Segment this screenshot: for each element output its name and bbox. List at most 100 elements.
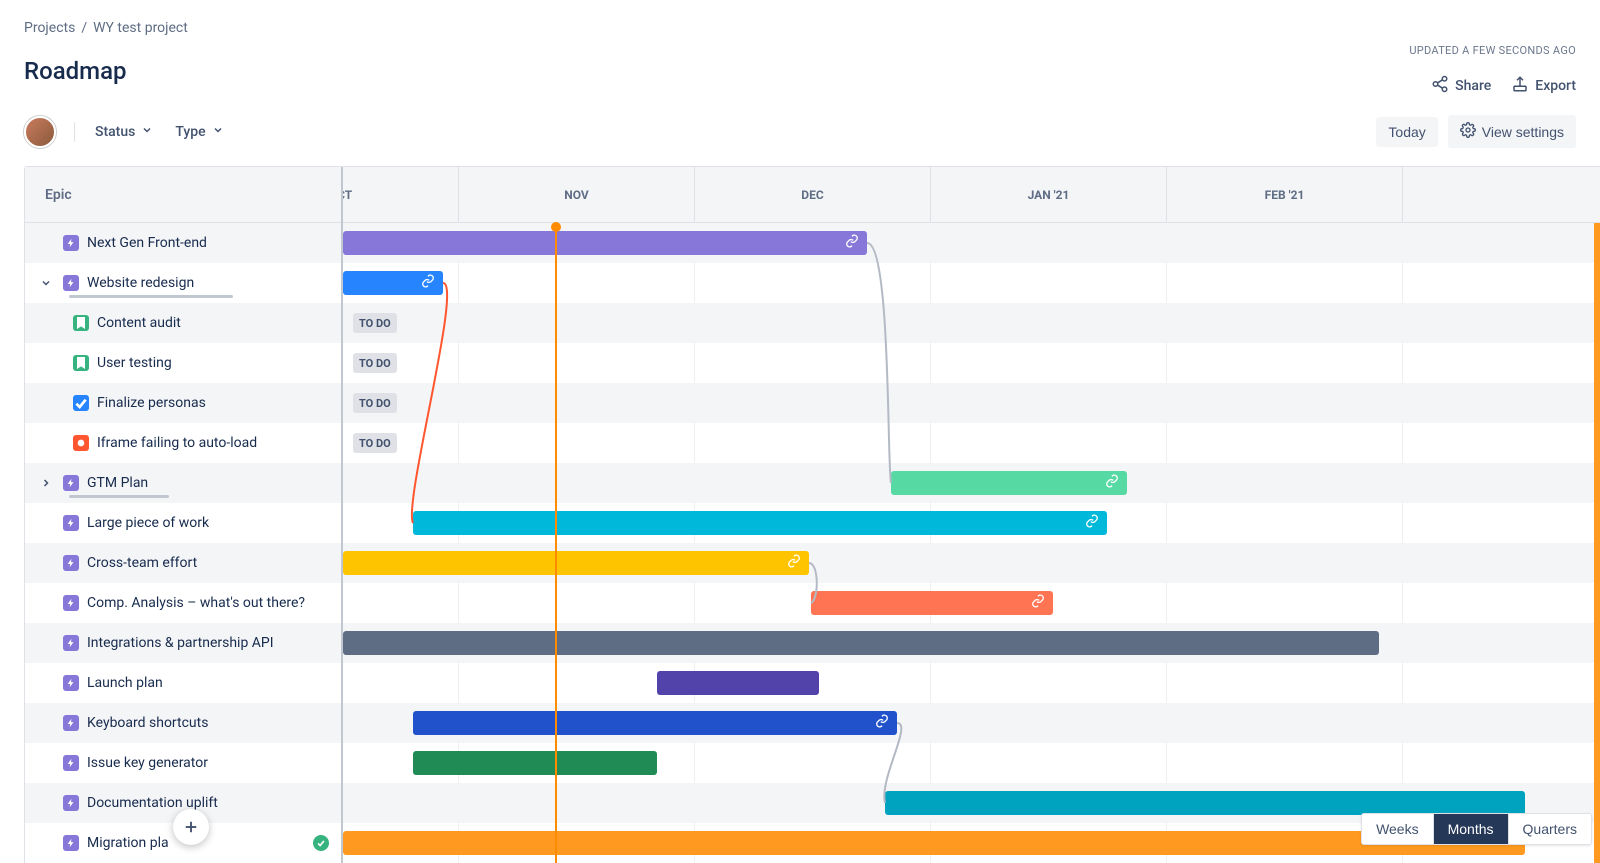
timeline-bar[interactable] bbox=[885, 791, 1525, 815]
epic-row[interactable]: Comp. Analysis – what's out there? bbox=[25, 583, 341, 623]
share-icon bbox=[1431, 75, 1449, 97]
epic-row[interactable]: GTM Plan bbox=[25, 463, 341, 503]
epic-row[interactable]: Large piece of work bbox=[25, 503, 341, 543]
link-icon bbox=[787, 554, 801, 572]
row-label: Iframe failing to auto-load bbox=[97, 435, 257, 451]
timeline[interactable]: OCTNOVDECJAN '21FEB '21 TO DOTO DOTO DOT… bbox=[343, 167, 1600, 863]
epic-row[interactable]: Integrations & partnership API bbox=[25, 623, 341, 663]
timeline-bar[interactable] bbox=[343, 271, 443, 295]
add-epic-fab[interactable] bbox=[173, 809, 209, 845]
expand-toggle[interactable] bbox=[37, 477, 55, 489]
status-chip[interactable]: TO DO bbox=[353, 433, 397, 453]
month-header: NOV bbox=[459, 167, 695, 222]
row-label: Integrations & partnership API bbox=[87, 635, 274, 651]
row-label: Content audit bbox=[97, 315, 181, 331]
row-label: Finalize personas bbox=[97, 395, 206, 411]
month-header: DEC bbox=[695, 167, 931, 222]
zoom-quarters[interactable]: Quarters bbox=[1508, 814, 1591, 844]
zoom-months[interactable]: Months bbox=[1433, 814, 1508, 844]
timeline-bar[interactable] bbox=[343, 831, 1525, 855]
timeline-bar[interactable] bbox=[413, 751, 657, 775]
epic-row[interactable]: Website redesign bbox=[25, 263, 341, 303]
link-icon bbox=[1085, 514, 1099, 532]
story-icon bbox=[73, 355, 89, 371]
timeline-row bbox=[343, 703, 1600, 743]
breadcrumb-project[interactable]: WY test project bbox=[93, 20, 188, 36]
timeline-row: TO DO bbox=[343, 303, 1600, 343]
epic-icon bbox=[63, 235, 79, 251]
timeline-bar[interactable] bbox=[343, 631, 1379, 655]
timeline-row bbox=[343, 543, 1600, 583]
zoom-toggle: Weeks Months Quarters bbox=[1361, 813, 1592, 845]
timeline-row bbox=[343, 503, 1600, 543]
bug-icon bbox=[73, 435, 89, 451]
done-badge bbox=[313, 835, 329, 851]
status-filter[interactable]: Status bbox=[93, 120, 155, 144]
epic-icon bbox=[63, 835, 79, 851]
chevron-down-icon bbox=[212, 124, 224, 140]
child-row[interactable]: Finalize personas bbox=[25, 383, 341, 423]
child-row[interactable]: Content audit bbox=[25, 303, 341, 343]
link-icon bbox=[1031, 594, 1045, 612]
epic-icon bbox=[63, 795, 79, 811]
timeline-row: TO DO bbox=[343, 383, 1600, 423]
child-row[interactable]: Iframe failing to auto-load bbox=[25, 423, 341, 463]
epic-row[interactable]: Launch plan bbox=[25, 663, 341, 703]
timeline-bar[interactable] bbox=[811, 591, 1053, 615]
timeline-bar[interactable] bbox=[657, 671, 819, 695]
row-label: Issue key generator bbox=[87, 755, 208, 771]
sidebar-header: Epic bbox=[25, 167, 341, 223]
gear-icon bbox=[1460, 122, 1476, 141]
timeline-row bbox=[343, 623, 1600, 663]
timeline-bar[interactable] bbox=[413, 511, 1107, 535]
epic-icon bbox=[63, 675, 79, 691]
timeline-bar[interactable] bbox=[891, 471, 1127, 495]
epic-icon bbox=[63, 515, 79, 531]
epic-row[interactable]: Keyboard shortcuts bbox=[25, 703, 341, 743]
link-icon bbox=[875, 714, 889, 732]
child-row[interactable]: User testing bbox=[25, 343, 341, 383]
avatar[interactable] bbox=[24, 116, 56, 148]
story-icon bbox=[73, 315, 89, 331]
type-filter[interactable]: Type bbox=[173, 120, 225, 144]
epic-icon bbox=[63, 595, 79, 611]
row-label: Large piece of work bbox=[87, 515, 209, 531]
breadcrumb-root[interactable]: Projects bbox=[24, 20, 75, 36]
row-label: Keyboard shortcuts bbox=[87, 715, 208, 731]
expand-toggle[interactable] bbox=[37, 277, 55, 289]
epic-row[interactable]: Cross-team effort bbox=[25, 543, 341, 583]
timeline-row: TO DO bbox=[343, 423, 1600, 463]
updated-label: UPDATED A FEW SECONDS AGO bbox=[1409, 44, 1576, 57]
zoom-weeks[interactable]: Weeks bbox=[1362, 814, 1433, 844]
view-settings-button[interactable]: View settings bbox=[1448, 115, 1576, 148]
chevron-down-icon bbox=[141, 124, 153, 140]
row-label: User testing bbox=[97, 355, 172, 371]
status-chip[interactable]: TO DO bbox=[353, 393, 397, 413]
status-chip[interactable]: TO DO bbox=[353, 353, 397, 373]
link-icon bbox=[421, 274, 435, 292]
overflow-indicator bbox=[1594, 223, 1600, 863]
row-label: Website redesign bbox=[87, 275, 194, 291]
timeline-row bbox=[343, 463, 1600, 503]
today-button[interactable]: Today bbox=[1376, 117, 1437, 147]
export-icon bbox=[1511, 75, 1529, 97]
share-button[interactable]: Share bbox=[1431, 75, 1491, 97]
breadcrumb: Projects / WY test project bbox=[24, 20, 1600, 36]
timeline-bar[interactable] bbox=[413, 711, 897, 735]
epic-row[interactable]: Next Gen Front-end bbox=[25, 223, 341, 263]
month-header: JAN '21 bbox=[931, 167, 1167, 222]
export-button[interactable]: Export bbox=[1511, 75, 1576, 97]
row-label: Migration pla bbox=[87, 835, 169, 851]
timeline-bar[interactable] bbox=[343, 551, 809, 575]
epic-row[interactable]: Issue key generator bbox=[25, 743, 341, 783]
epic-icon bbox=[63, 755, 79, 771]
timeline-row bbox=[343, 223, 1600, 263]
timeline-row bbox=[343, 583, 1600, 623]
row-label: Documentation uplift bbox=[87, 795, 218, 811]
month-header: FEB '21 bbox=[1167, 167, 1403, 222]
link-icon bbox=[845, 234, 859, 252]
timeline-bar[interactable] bbox=[343, 231, 867, 255]
status-chip[interactable]: TO DO bbox=[353, 313, 397, 333]
row-label: Comp. Analysis – what's out there? bbox=[87, 595, 305, 611]
page-title: Roadmap bbox=[24, 57, 127, 85]
